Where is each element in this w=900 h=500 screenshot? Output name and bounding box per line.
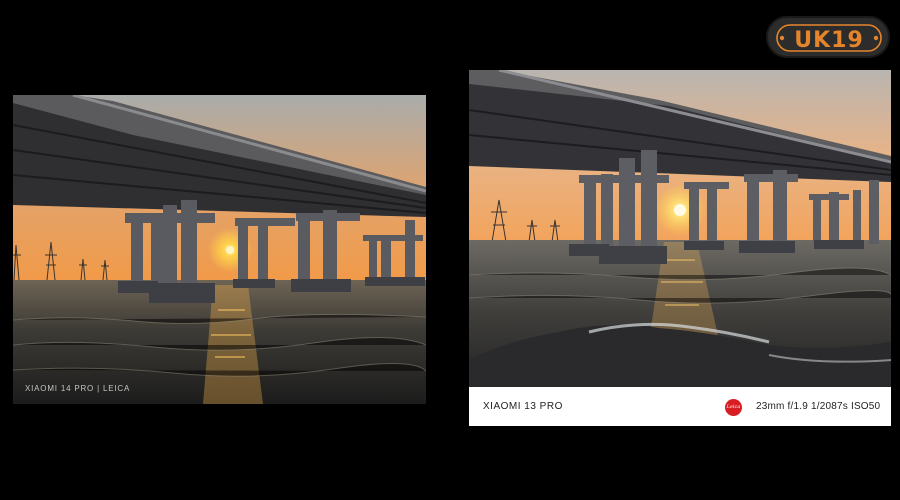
left-sample-photo[interactable]: XIAOMI 14 PRO | LEICA [13, 95, 426, 404]
right-sample-photo[interactable] [469, 70, 891, 387]
sunset-bridge-photo-left [13, 95, 426, 404]
logo-text: UK19 [794, 28, 864, 53]
site-logo[interactable]: UK19 [766, 16, 890, 58]
leica-logo-icon: Leica [725, 399, 742, 416]
photo-info-bar: XIAOMI 13 PRO Leica 23mm f/1.9 1/2087s I… [469, 387, 891, 426]
sunset-bridge-photo-right [469, 70, 891, 387]
exif-details: 23mm f/1.9 1/2087s ISO50 [756, 401, 881, 412]
leica-logo-text: Leica [726, 404, 741, 410]
logo-icon: UK19 [776, 24, 882, 53]
camera-model-label: XIAOMI 13 PRO [483, 401, 563, 412]
left-photo-watermark: XIAOMI 14 PRO | LEICA [25, 384, 131, 393]
